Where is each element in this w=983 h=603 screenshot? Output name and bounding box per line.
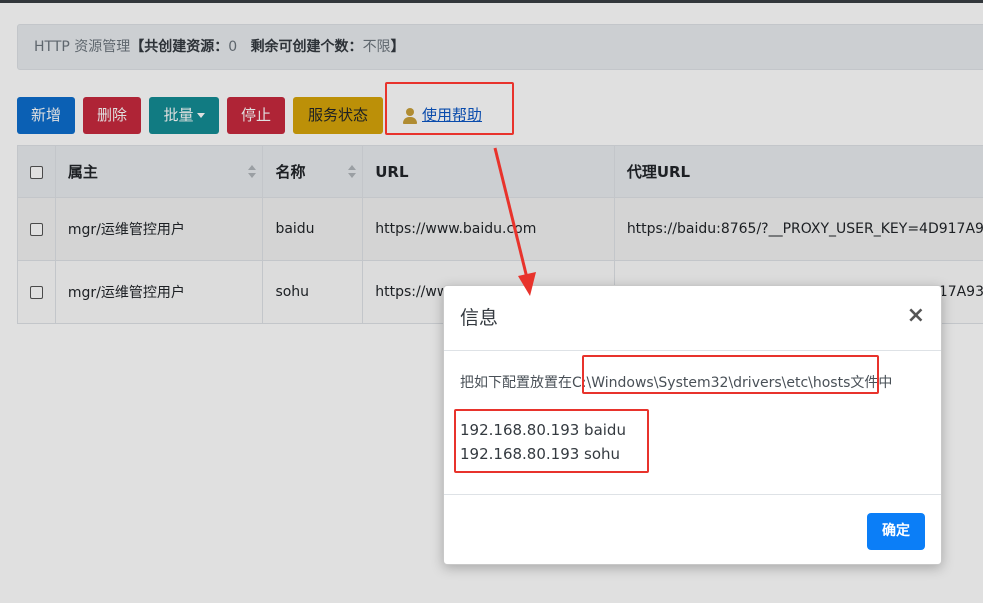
annotation-arrow — [493, 147, 536, 296]
arrow-head-icon — [518, 272, 536, 296]
arrow-shaft — [493, 147, 529, 279]
